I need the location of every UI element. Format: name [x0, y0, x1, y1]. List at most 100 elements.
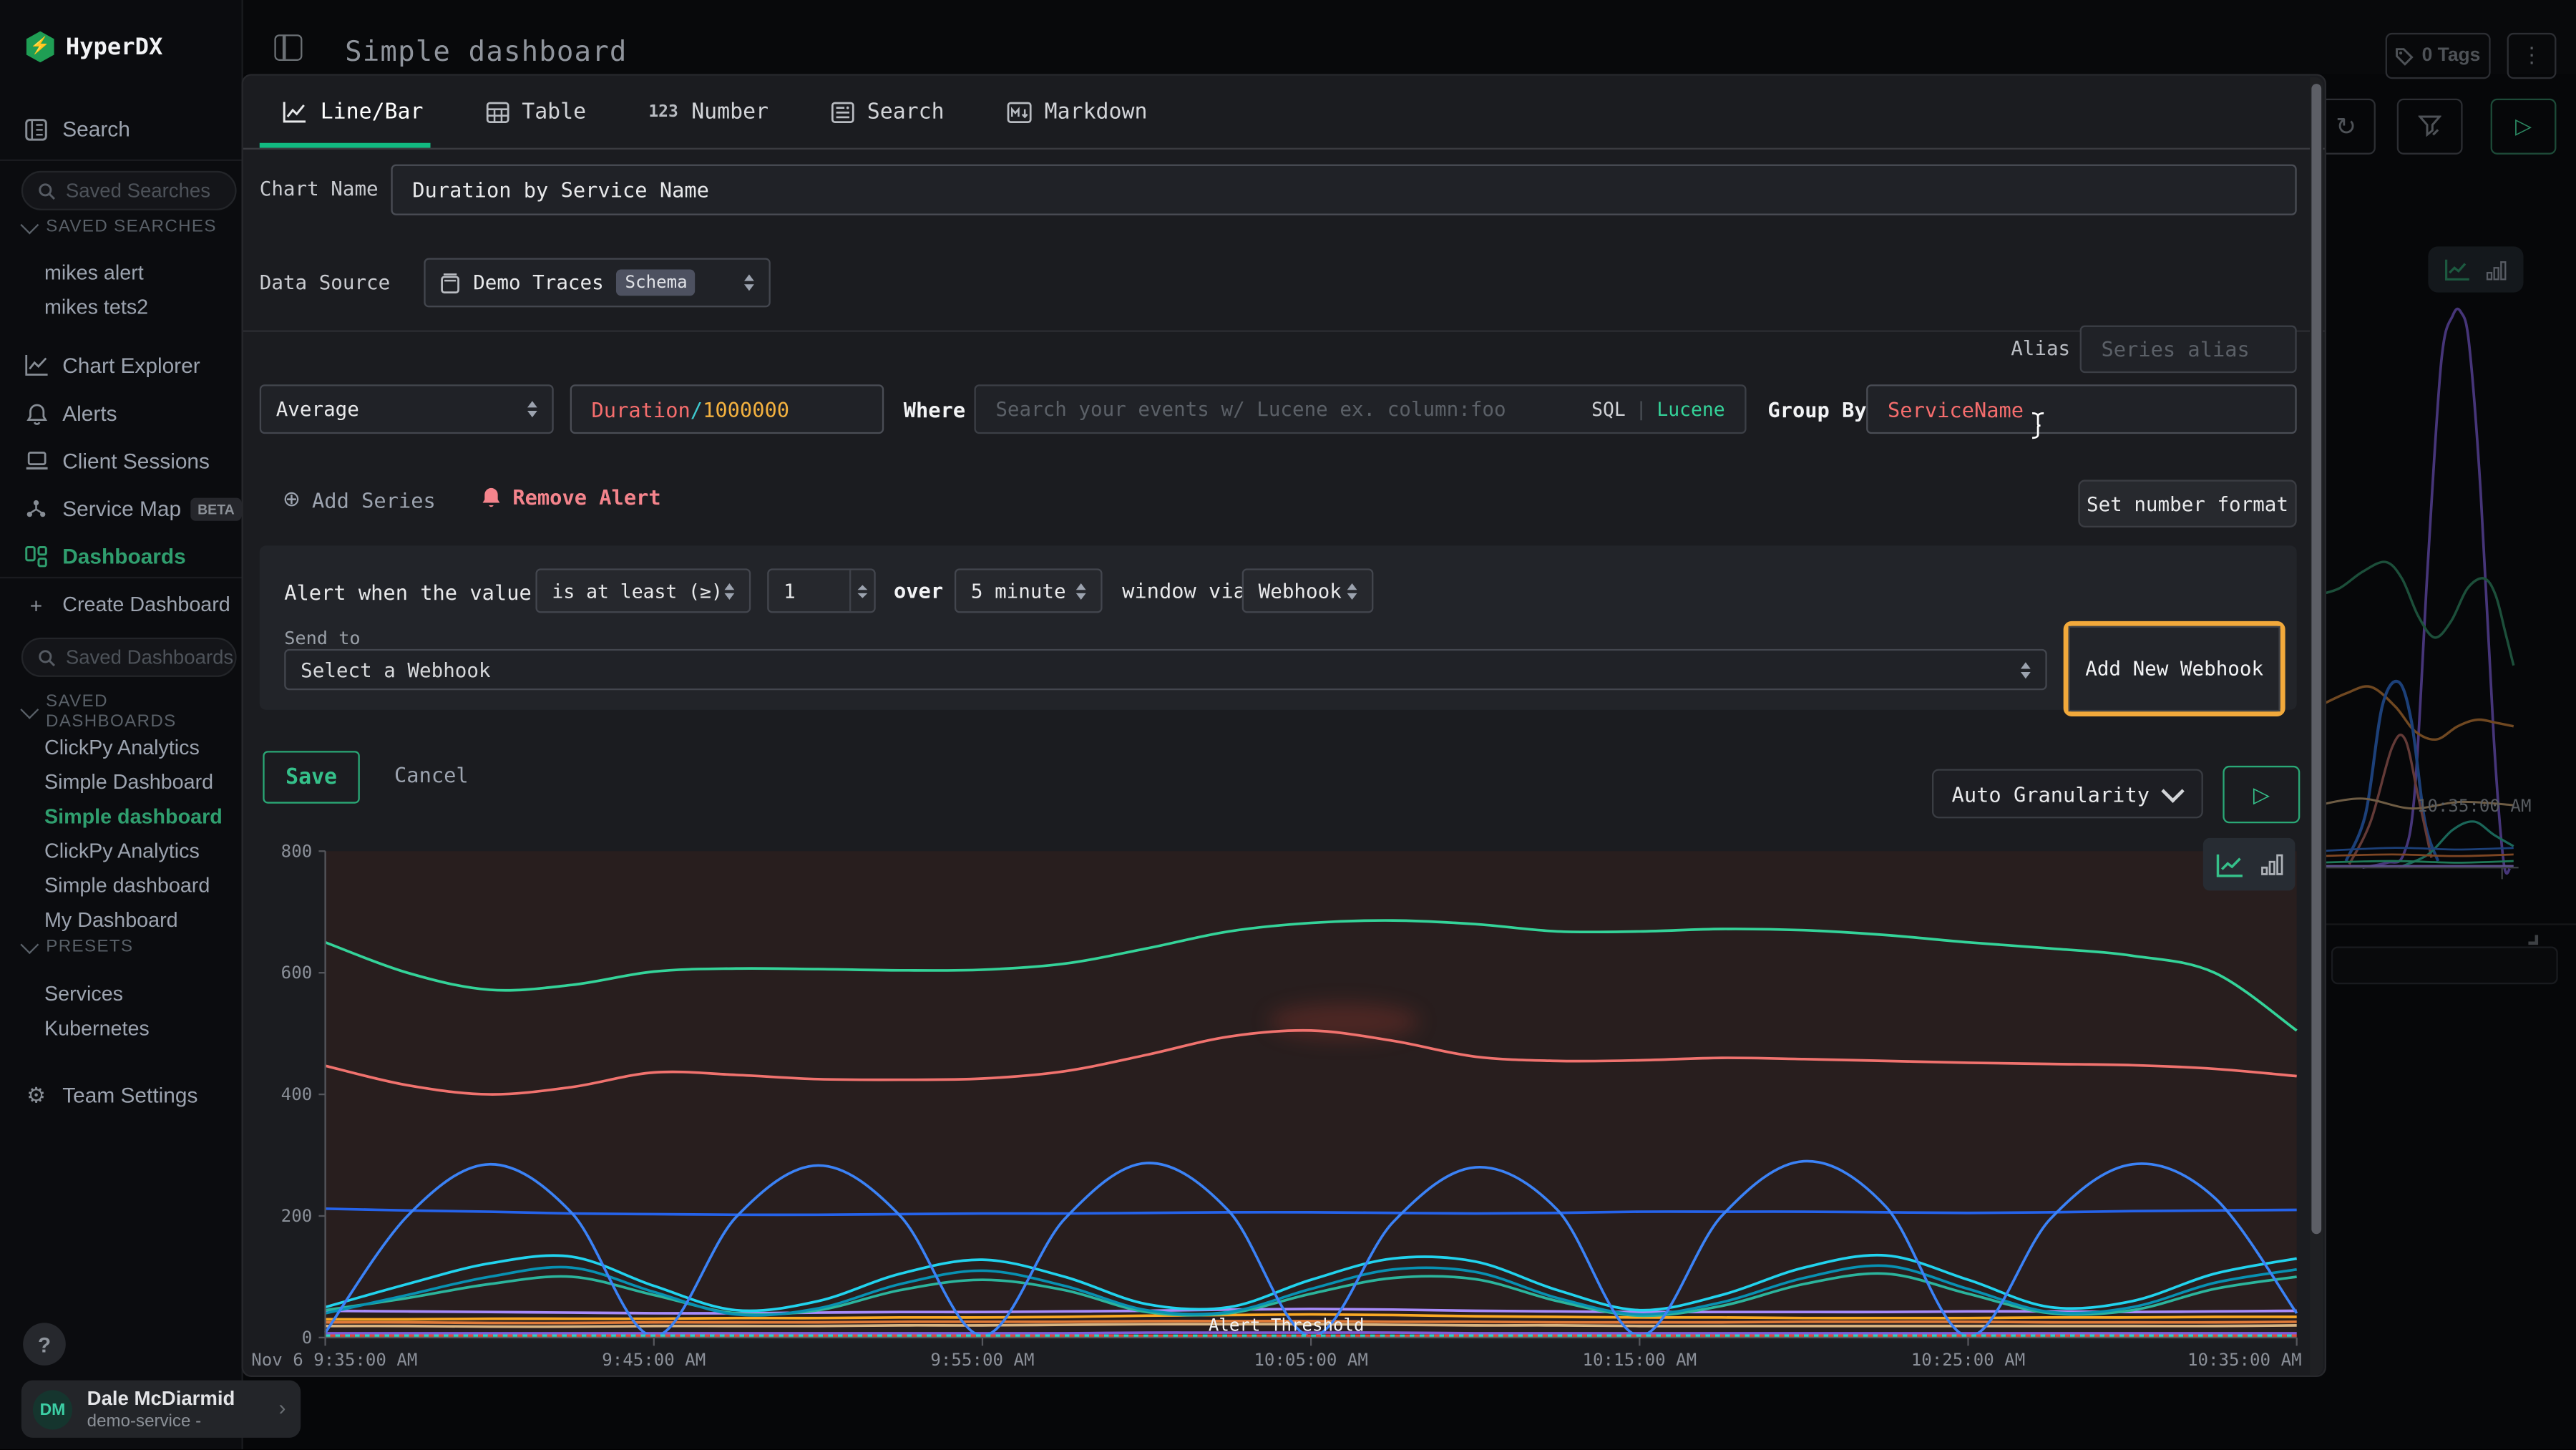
sidebar-item-team-settings[interactable]: ⚙ Team Settings [0, 1071, 242, 1119]
divider [0, 577, 242, 578]
list-item[interactable]: My Dashboard [44, 904, 233, 938]
saved-dashboards-input[interactable]: Saved Dashboards [21, 638, 237, 677]
aggregation-select[interactable]: Average [260, 384, 554, 434]
alias-input[interactable]: Series alias [2080, 326, 2297, 374]
tab-line-bar[interactable]: Line/Bar [283, 99, 424, 124]
alert-window-select[interactable]: 5 minute [955, 568, 1103, 613]
alert-value-input[interactable]: 1 [767, 568, 876, 613]
svg-text:10:35:00 AM: 10:35:00 AM [2187, 1350, 2302, 1370]
line-chart-icon[interactable] [2215, 852, 2243, 876]
svg-text:9:45:00 AM: 9:45:00 AM [602, 1350, 706, 1370]
sidebar-item-client-sessions[interactable]: Client Sessions [0, 437, 242, 485]
add-new-webhook-button[interactable]: Add New Webhook [2069, 626, 2280, 711]
list-item[interactable]: Simple dashboard [44, 800, 233, 835]
user-menu[interactable]: DM Dale McDiarmid demo-service - › [21, 1381, 301, 1438]
bar-chart-icon[interactable] [2260, 853, 2283, 876]
sidebar-item-chart-explorer[interactable]: Chart Explorer [0, 342, 242, 390]
add-new-webhook-highlight: Add New Webhook [2064, 621, 2285, 716]
list-item[interactable]: mikes tets2 [44, 291, 233, 325]
svg-text:10:25:00 AM: 10:25:00 AM [1911, 1350, 2026, 1370]
list-item[interactable]: Simple Dashboard [44, 766, 233, 800]
chart-editor-modal: Line/Bar Table 123 Number Search Markdow… [242, 74, 2327, 1377]
tags-button[interactable]: 0 Tags [2386, 33, 2491, 79]
sidebar-item-service-map[interactable]: Service MapBETA [0, 485, 242, 532]
expression-field[interactable]: Duration/1000000 [570, 384, 884, 434]
where-input[interactable]: Search your events w/ Lucene ex. column:… [974, 384, 1746, 434]
laptop-icon [23, 450, 49, 472]
line-chart-icon [283, 101, 307, 122]
granularity-select[interactable]: Auto Granularity [1932, 769, 2203, 818]
resize-handle-icon[interactable] [2522, 930, 2538, 946]
active-tab-indicator [260, 143, 431, 148]
create-dashboard-button[interactable]: + Create Dashboard [0, 587, 242, 623]
brand-logo[interactable]: ⚡ HyperDX [26, 31, 163, 63]
set-number-format-button[interactable]: Set number format [2078, 480, 2296, 527]
add-series-button[interactable]: ⊕ Add Series [283, 487, 436, 513]
modal-scrollbar[interactable] [2310, 77, 2323, 1376]
alert-via-label: window via [1122, 578, 1246, 603]
sidebar-item-dashboards[interactable]: Dashboards [0, 532, 242, 580]
chart-type-toggle[interactable] [2203, 838, 2296, 890]
chevron-updown-icon [744, 274, 754, 291]
list-icon [831, 101, 854, 122]
tab-table[interactable]: Table [486, 99, 586, 124]
sidebar-collapse-icon[interactable] [274, 34, 302, 61]
svg-text:600: 600 [281, 963, 313, 983]
more-menu-button[interactable]: ⋮ [2507, 33, 2557, 79]
list-item[interactable]: Kubernetes [44, 1012, 233, 1046]
svg-text:10:15:00 AM: 10:15:00 AM [1583, 1350, 1697, 1370]
background-dashboard-strip: 10:35:00 AM [2326, 74, 2576, 1377]
markdown-icon [1007, 101, 1031, 122]
presets-section[interactable]: PRESETS [23, 937, 133, 957]
brand-name: HyperDX [66, 34, 162, 60]
avatar: DM [33, 1390, 72, 1429]
saved-searches-input[interactable]: Saved Searches [21, 171, 237, 210]
tab-number[interactable]: 123 Number [648, 99, 769, 124]
send-to-label: Send to [284, 628, 360, 649]
saved-searches-section[interactable]: SAVED SEARCHES [23, 217, 217, 237]
query-language-toggle[interactable]: SQL | Lucene [1591, 398, 1725, 421]
chevron-down-icon [20, 700, 39, 719]
group-by-input[interactable]: ServiceName [1866, 384, 2297, 434]
sidebar-item-alerts[interactable]: Alerts [0, 389, 242, 437]
help-button[interactable]: ? [23, 1323, 66, 1366]
alert-channel-select[interactable]: Webhook [1242, 568, 1374, 613]
saved-dashboards-section[interactable]: SAVED DASHBOARDS [23, 692, 241, 731]
scrollbar-thumb[interactable] [2311, 84, 2321, 1234]
text-cursor-pointer [2029, 411, 2046, 440]
list-item[interactable]: Services [44, 978, 233, 1012]
tab-search[interactable]: Search [831, 99, 944, 124]
list-item[interactable]: Simple dashboard [44, 870, 233, 904]
beta-badge: BETA [191, 497, 241, 520]
remove-alert-button[interactable]: Remove Alert [482, 485, 661, 509]
chevron-updown-icon [1347, 583, 1357, 599]
alias-label: Alias [2011, 337, 2070, 360]
list-item[interactable]: ClickPy Analytics [44, 731, 233, 766]
tag-icon [2396, 47, 2414, 64]
data-source-select[interactable]: Demo Traces Schema [424, 258, 770, 307]
search-icon [38, 182, 56, 200]
table-icon [486, 101, 509, 122]
sidebar: ⚡ HyperDX Search Saved Searches SAVED SE… [0, 0, 243, 1449]
background-chart [2326, 230, 2576, 887]
cancel-button[interactable]: Cancel [394, 751, 469, 800]
background-panel [2331, 946, 2558, 984]
gear-icon: ⚙ [23, 1082, 49, 1109]
svg-text:Nov 6 9:35:00 AM: Nov 6 9:35:00 AM [251, 1350, 417, 1370]
list-item[interactable]: ClickPy Analytics [44, 835, 233, 869]
webhook-select[interactable]: Select a Webhook [284, 649, 2047, 690]
chevron-updown-icon [725, 583, 735, 599]
alert-operator-select[interactable]: is at least (≥) [535, 568, 751, 613]
chart-name-input[interactable]: Duration by Service Name [391, 165, 2296, 215]
stepper-control[interactable] [849, 570, 874, 611]
run-chart-button[interactable]: ▷ [2223, 766, 2300, 823]
list-item[interactable]: mikes alert [44, 256, 233, 291]
user-name: Dale McDiarmid [87, 1387, 235, 1410]
sidebar-item-search[interactable]: Search [0, 105, 242, 153]
schema-badge[interactable]: Schema [617, 270, 696, 296]
chart-name-label: Chart Name [260, 177, 379, 200]
divider [2326, 923, 2576, 925]
alert-preview-chart[interactable]: Alert Threshold0200400600800Nov 6 9:35:0… [248, 832, 2307, 1374]
save-button[interactable]: Save [263, 751, 359, 803]
tab-markdown[interactable]: Markdown [1007, 99, 1148, 124]
